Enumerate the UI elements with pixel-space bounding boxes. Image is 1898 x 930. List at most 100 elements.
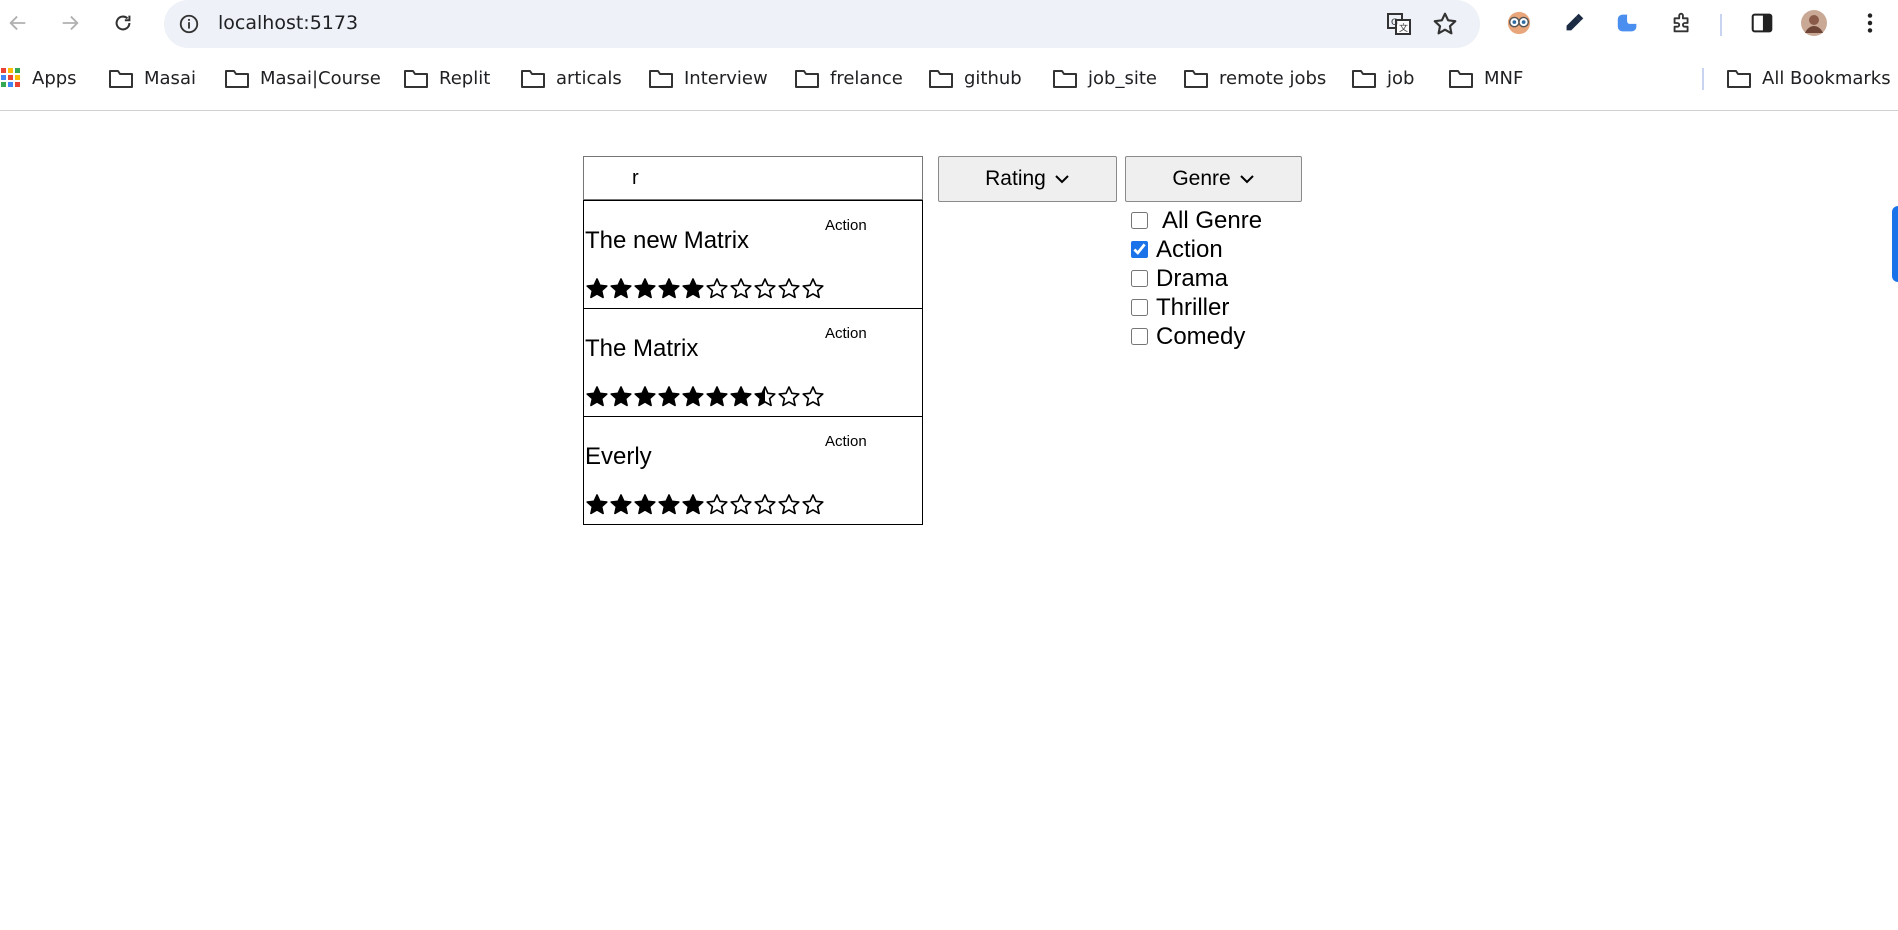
genre-option-label: Comedy (1156, 322, 1246, 350)
genre-option-label: Thriller (1156, 293, 1230, 321)
reload-button[interactable] (107, 7, 139, 39)
url-text[interactable]: localhost:5173 (218, 12, 358, 34)
genre-option-label: All Genre (1162, 206, 1263, 234)
side-scroll-tab[interactable] (1892, 206, 1898, 282)
bookmark-label: Replit (439, 67, 491, 89)
bookmark-mnf[interactable]: MNF (1448, 60, 1523, 96)
eyedropper-icon[interactable] (1560, 9, 1588, 37)
folder-icon (1053, 70, 1077, 88)
profile-avatar[interactable] (1800, 9, 1828, 37)
folder-icon (929, 70, 953, 88)
bookmark-label: job_site (1088, 67, 1157, 89)
star-filled-icon (730, 386, 752, 407)
bookmark-interview[interactable]: Interview (648, 60, 768, 96)
genre-option-thriller[interactable]: Thriller (1130, 293, 1262, 322)
star-filled-icon (634, 386, 656, 407)
star-filled-icon (586, 386, 608, 407)
bookmarks-separator (1702, 68, 1704, 90)
toolbar-separator (1720, 14, 1722, 36)
star-empty-icon (754, 278, 776, 299)
bookmark-remote-jobs[interactable]: remote jobs (1183, 60, 1326, 96)
star-filled-icon (610, 278, 632, 299)
svg-text:G: G (1391, 18, 1398, 28)
bookmark-apps[interactable]: Apps (0, 60, 77, 96)
folder-icon (1184, 70, 1208, 88)
bookmark-label: remote jobs (1219, 67, 1327, 89)
star-filled-icon (658, 494, 680, 515)
genre-option-action[interactable]: Action (1130, 235, 1262, 264)
extension-blue-icon[interactable] (1614, 9, 1642, 37)
bookmark-label: frelance (830, 67, 903, 89)
star-empty-icon (778, 278, 800, 299)
info-icon[interactable] (178, 13, 200, 35)
arrow-right-icon (62, 15, 79, 31)
bookmark-articals[interactable]: articals (520, 60, 622, 96)
star-filled-icon (610, 494, 632, 515)
folder-icon (795, 70, 819, 88)
address-bar[interactable]: localhost:5173 G文 (164, 0, 1480, 48)
star-filled-icon (682, 386, 704, 407)
star-filled-icon (634, 278, 656, 299)
folder-icon (1352, 70, 1376, 88)
side-panel-icon[interactable] (1748, 9, 1776, 37)
star-filled-icon (634, 494, 656, 515)
genre-option-all-genre[interactable]: All Genre (1130, 206, 1262, 235)
extensions-puzzle-icon[interactable] (1668, 9, 1696, 37)
menu-kebab-icon[interactable] (1856, 9, 1884, 37)
genre-option-comedy[interactable]: Comedy (1130, 322, 1262, 351)
genre-checkbox[interactable] (1131, 328, 1148, 345)
search-input[interactable] (583, 156, 923, 200)
bookmark-frelance[interactable]: frelance (794, 60, 903, 96)
forward-button[interactable] (54, 7, 86, 39)
rating-dropdown-label: Rating (985, 167, 1046, 190)
movie-card[interactable]: Action The Matrix (583, 308, 923, 417)
genre-option-label: Drama (1156, 264, 1229, 292)
translate-icon[interactable]: G文 (1386, 11, 1412, 37)
star-filled-icon (706, 386, 728, 407)
star-empty-icon (706, 278, 728, 299)
genre-option-drama[interactable]: Drama (1130, 264, 1262, 293)
star-rating (585, 385, 825, 409)
genre-checkbox[interactable] (1131, 270, 1148, 287)
genre-dropdown-button[interactable]: Genre (1125, 156, 1302, 202)
bookmark-masai[interactable]: Masai (108, 60, 196, 96)
reload-icon (115, 15, 131, 31)
folder-icon (109, 70, 133, 88)
bookmark-job[interactable]: job (1351, 60, 1414, 96)
bookmark-masai-course[interactable]: Masai|Course (224, 60, 381, 96)
all-bookmarks-label: All Bookmarks (1762, 67, 1891, 89)
movie-title: The Matrix (585, 335, 699, 362)
rating-dropdown-button[interactable]: Rating (938, 156, 1117, 202)
star-filled-icon (586, 278, 608, 299)
bookmark-github[interactable]: github (928, 60, 1022, 96)
folder-icon (404, 70, 428, 88)
back-button[interactable] (2, 7, 34, 39)
movie-genre: Action (825, 325, 867, 342)
all-bookmarks-button[interactable]: All Bookmarks (1726, 60, 1891, 96)
bookmark-label: Masai (144, 67, 196, 89)
genre-checkbox[interactable] (1131, 212, 1148, 229)
folder-icon (1449, 70, 1473, 88)
movie-card[interactable]: Action The new Matrix (583, 200, 923, 309)
bookmark-label: Interview (684, 67, 768, 89)
bookmarks-bar: Apps Masai Masai|Course Replit articals Inter… (0, 60, 1898, 96)
genre-dropdown-label: Genre (1172, 167, 1231, 190)
chevron-down-icon (1055, 175, 1069, 184)
star-empty-icon (730, 278, 752, 299)
star-empty-icon (730, 494, 752, 515)
apps-grid-icon (1, 68, 20, 87)
genre-checkbox[interactable] (1131, 299, 1148, 316)
star-filled-icon (682, 278, 704, 299)
movie-card[interactable]: Action Everly (583, 416, 923, 525)
genre-filter-list: All Genre Action Drama Thriller Comedy (1130, 206, 1262, 351)
genre-checkbox[interactable] (1131, 241, 1148, 258)
movie-genre: Action (825, 433, 867, 450)
bookmark-replit[interactable]: Replit (403, 60, 490, 96)
bookmark-star-icon[interactable] (1432, 11, 1458, 37)
bookmark-job-site[interactable]: job_site (1052, 60, 1157, 96)
chevron-down-icon (1239, 175, 1254, 184)
star-empty-icon (802, 386, 824, 407)
star-empty-icon (706, 494, 728, 515)
movie-genre: Action (825, 217, 867, 234)
extension-eyes-icon[interactable] (1505, 9, 1533, 37)
